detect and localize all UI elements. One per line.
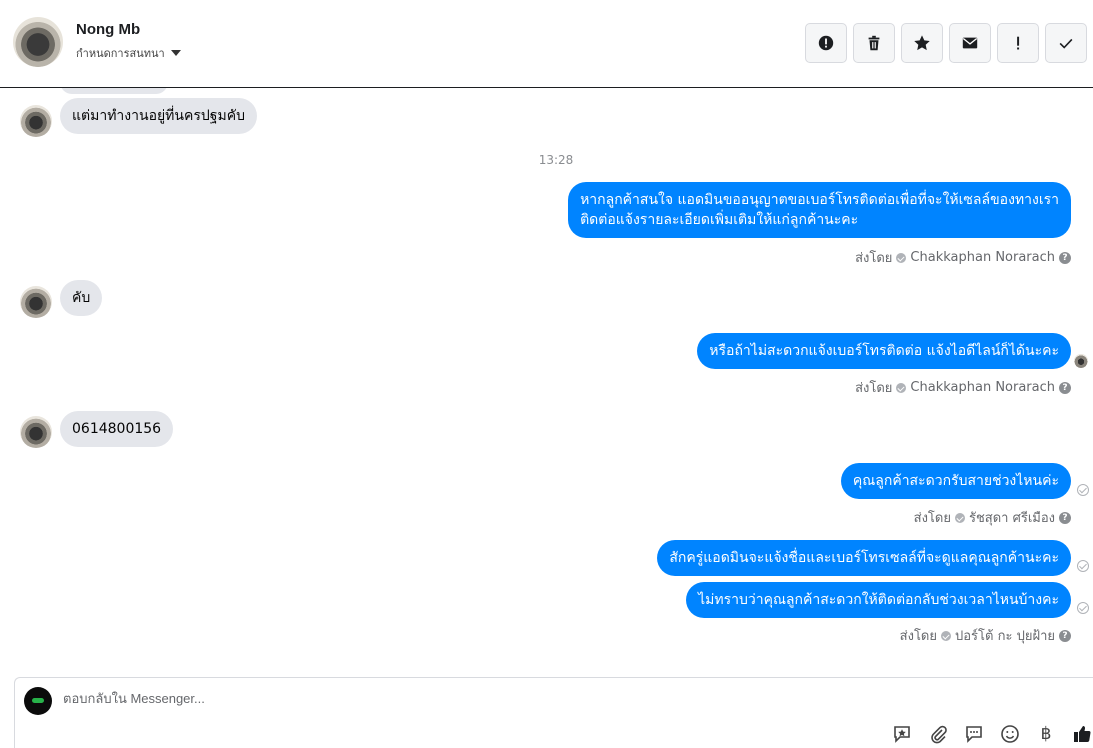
outgoing-message-bubble[interactable]: สักครู่แอดมินจะแจ้งชื่อและเบอร์โทรเซลล์ท… [657, 540, 1071, 576]
conversation-toolbar [805, 23, 1087, 63]
chat-bubble-icon [966, 726, 982, 743]
incoming-message-bubble-cut [60, 88, 168, 94]
contact-avatar-small [20, 105, 52, 137]
like-icon [1074, 726, 1091, 743]
sent-by-info: ส่งโดย รัชสุดา ศรีเมือง ? [914, 507, 1071, 528]
delivered-status-icon [1077, 602, 1089, 614]
sender-name: ปอร์โต้ กะ ปุยฝ้าย [955, 629, 1055, 644]
check-circle-icon [896, 382, 907, 393]
contact-avatar-small [20, 286, 52, 318]
page-avatar [24, 687, 52, 715]
contact-avatar-small [20, 416, 52, 448]
outgoing-message-bubble[interactable]: หากลูกค้าสนใจ แอดมินขออนุญาตขอเบอร์โทรติ… [568, 182, 1071, 238]
attachment-button[interactable] [927, 723, 949, 745]
chat-bubble-button[interactable] [963, 723, 985, 745]
reply-composer: ฿ [14, 677, 1093, 748]
attachment-icon [931, 725, 947, 744]
help-icon[interactable]: ? [1059, 629, 1071, 642]
contact-name[interactable]: Nong Mb [76, 21, 140, 38]
composer-actions: ฿ [891, 723, 1093, 745]
sent-by-label: ส่งโดย [855, 381, 893, 396]
help-icon[interactable]: ? [1059, 381, 1071, 394]
incoming-message-bubble[interactable]: 0614800156 [60, 411, 174, 447]
delivered-status-icon [1077, 484, 1089, 496]
saved-reply-button[interactable] [891, 723, 913, 745]
star-icon [914, 35, 930, 51]
message-thread[interactable]: แต่มาทำงานอยู่ที่นครปฐมคับ 13:28 หากลูกค… [0, 88, 1093, 677]
caret-down-icon [170, 50, 181, 56]
incoming-message-bubble[interactable]: คับ [60, 280, 103, 316]
envelope-icon [962, 37, 978, 49]
like-button[interactable] [1071, 723, 1093, 745]
sent-by-label: ส่งโดย [855, 251, 893, 266]
alert-circle-icon [818, 35, 834, 51]
saved-reply-icon [894, 726, 910, 743]
outgoing-message-bubble[interactable]: ไม่ทราบว่าคุณลูกค้าสะดวกให้ติดต่อกลับช่ว… [686, 582, 1071, 618]
check-circle-icon [896, 252, 907, 263]
delete-button[interactable] [853, 23, 895, 63]
contact-avatar[interactable] [13, 17, 63, 67]
sender-name: Chakkaphan Norarach [910, 380, 1055, 395]
help-icon[interactable]: ? [1059, 511, 1071, 524]
emoji-button[interactable] [999, 723, 1021, 745]
sender-name: รัชสุดา ศรีเมือง [968, 511, 1055, 526]
sender-name: Chakkaphan Norarach [910, 250, 1055, 265]
mark-done-button[interactable] [1045, 23, 1087, 63]
check-circle-icon [954, 512, 965, 523]
message-timestamp: 13:28 [538, 153, 574, 167]
star-button[interactable] [901, 23, 943, 63]
message-line: ติดต่อแจ้งรายละเอียดเพิ่มเติมให้แก่ลูกค้… [580, 212, 859, 228]
seen-avatar [1074, 354, 1088, 368]
emoji-icon [1001, 725, 1019, 743]
sent-by-info: ส่งโดย Chakkaphan Norarach ? [855, 247, 1071, 268]
payment-button[interactable]: ฿ [1035, 723, 1057, 745]
sent-by-label: ส่งโดย [913, 511, 951, 526]
baht-icon: ฿ [1040, 724, 1052, 744]
trash-icon [868, 35, 880, 51]
sent-by-label: ส่งโดย [899, 629, 937, 644]
exclamation-icon [1017, 36, 1020, 50]
outgoing-message-bubble[interactable]: หรือถ้าไม่สะดวกแจ้งเบอร์โทรติดต่อ แจ้งไอ… [697, 333, 1071, 369]
reply-input[interactable] [63, 691, 963, 706]
conversation-assign-label: กำหนดการสนทนา [76, 47, 165, 60]
delivered-status-icon [1077, 560, 1089, 572]
sent-by-info: ส่งโดย Chakkaphan Norarach ? [855, 377, 1071, 398]
checkmark-icon [1059, 38, 1073, 49]
report-spam-button[interactable] [805, 23, 847, 63]
outgoing-message-bubble[interactable]: คุณลูกค้าสะดวกรับสายช่วงไหนค่ะ [840, 463, 1071, 499]
incoming-message-bubble[interactable]: แต่มาทำงานอยู่ที่นครปฐมคับ [60, 98, 257, 134]
sent-by-info: ส่งโดย ปอร์โต้ กะ ปุยฝ้าย ? [900, 625, 1071, 646]
conversation-header: Nong Mb กำหนดการสนทนา [0, 0, 1093, 88]
mark-unread-button[interactable] [949, 23, 991, 63]
important-button[interactable] [997, 23, 1039, 63]
message-line: หากลูกค้าสนใจ แอดมินขออนุญาตขอเบอร์โทรติ… [580, 192, 1059, 208]
check-circle-icon [941, 630, 951, 641]
help-icon[interactable]: ? [1059, 251, 1071, 264]
conversation-assign-dropdown[interactable]: กำหนดการสนทนา [76, 44, 181, 62]
